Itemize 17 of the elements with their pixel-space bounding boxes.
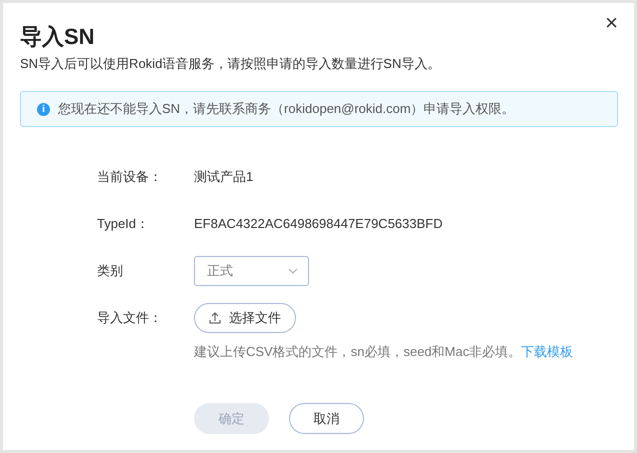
dialog-subtitle: SN导入后可以使用Rokid语音服务，请按照申请的导入数量进行SN导入。 [20,55,442,73]
field-label: TypeId： [97,215,150,233]
chevron-down-icon [288,268,298,274]
cancel-button[interactable]: 取消 [289,403,364,434]
field-value: 测试产品1 [194,168,254,186]
field-label: 导入文件： [97,309,163,327]
close-button[interactable]: × [605,11,618,35]
field-value: EF8AC4322AC6498698447E79C5633BFD [194,215,444,233]
upload-icon [209,312,221,324]
alert-text: 您现在还不能导入SN，请先联系商务（rokidopen@rokid.com）申请导入权限。 [58,100,515,118]
upload-hint: 建议上传CSV格式的文件，sn必填，seed和Mac非必填。下载模板 [194,343,574,361]
dialog-title: 导入SN [20,23,96,51]
category-select[interactable]: 正式 [194,256,309,286]
choose-file-button[interactable]: 选择文件 [194,303,296,333]
field-label: 当前设备： [97,168,163,186]
field-label: 类别 [97,262,124,280]
info-icon: i [37,102,50,116]
